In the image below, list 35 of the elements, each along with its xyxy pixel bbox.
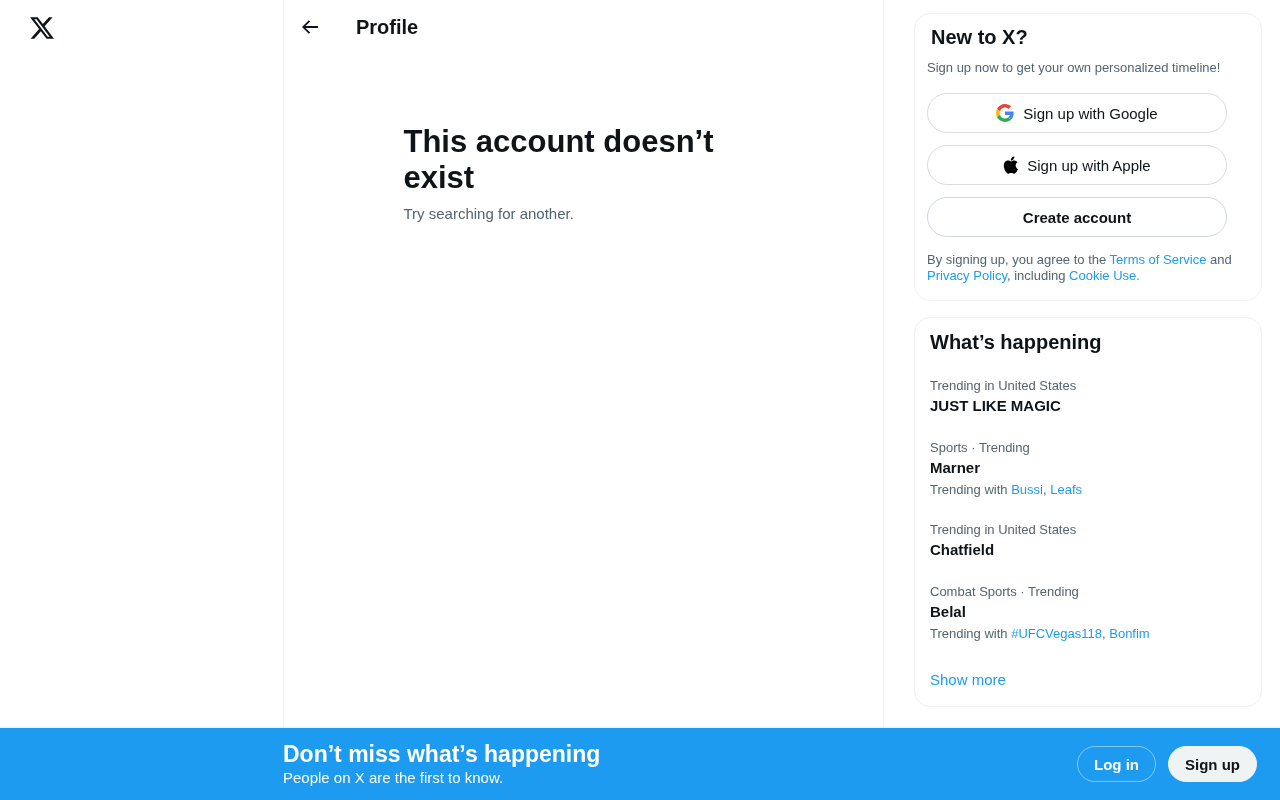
topic-link[interactable]: Bonfim [1109, 626, 1150, 641]
arrow-left-icon [302, 19, 318, 34]
trend-meta: Trending in United States [930, 378, 1078, 394]
logo-icon[interactable] [30, 17, 54, 39]
trend-name[interactable]: Chatfield [930, 540, 1246, 560]
trend-name[interactable]: Belal [930, 602, 1246, 622]
topic-link[interactable]: Bussi [1011, 482, 1043, 497]
topic-link[interactable]: Leafs [1050, 482, 1082, 497]
g-logo-icon [996, 104, 1015, 122]
legal-link[interactable]: Terms of Service [1109, 252, 1207, 267]
create-account-button[interactable]: Create account [927, 197, 1227, 237]
legal-link[interactable]: Cookie Use. [1069, 268, 1140, 283]
trend-meta: Sports · Trending [930, 440, 1031, 456]
signup-button[interactable]: Sign up [1168, 746, 1257, 782]
empty-state-text: Try searching for another. [403, 204, 575, 224]
trend-name[interactable]: JUST LIKE MAGIC [930, 396, 1246, 416]
trend-meta: Trending in United States [930, 522, 1078, 538]
card-title: What’s happening [929, 330, 1103, 355]
trend-name[interactable]: Marner [930, 458, 1246, 478]
page-title: Profile [356, 14, 419, 39]
signup-button[interactable]: Sign up with Apple [927, 145, 1227, 185]
banner-title: Don’t miss what’s happening [283, 740, 602, 768]
signup-button[interactable]: Sign up with Google [927, 93, 1227, 133]
show-more-link[interactable]: Show more [930, 670, 1006, 690]
apple-icon [1003, 156, 1019, 174]
legal-link[interactable]: Privacy Policy [927, 268, 1007, 283]
trend-context: Trending with #UFCVegas118, Bonfim [930, 626, 1151, 642]
legal-text: By signing up, you agree to the Terms of Service and Privacy Policy, including Cookie Use. [927, 252, 1233, 284]
card-title: New to X? [930, 25, 1029, 49]
card-subtitle: Sign up now to get your own personalized timeline! [927, 60, 1222, 76]
banner-text: People on X are the first to know. [283, 768, 505, 788]
empty-state-title: This account doesn’t exist [403, 124, 715, 196]
topic-link[interactable]: #UFCVegas118 [1011, 626, 1102, 641]
trend-context: Trending with Bussi, Leafs [930, 482, 1083, 498]
trend-meta: Combat Sports · Trending [930, 584, 1080, 600]
